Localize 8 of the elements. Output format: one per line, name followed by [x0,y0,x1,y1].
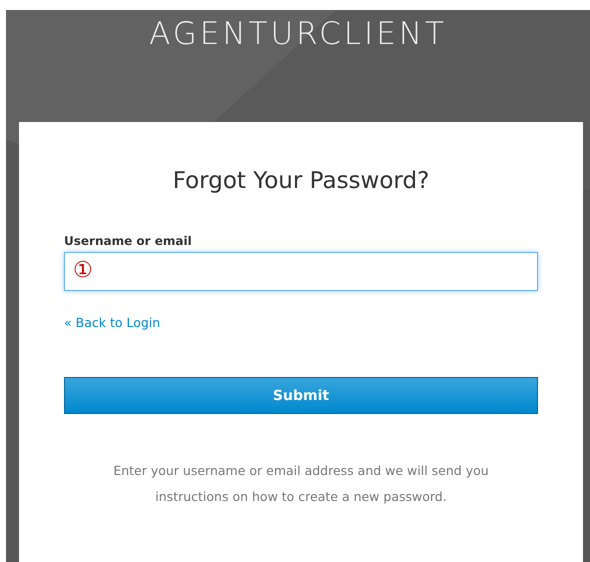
app-title: AGENTURCLIENT [149,16,447,54]
callout-marker: ① [73,257,93,285]
field-label: Username or email [64,234,193,248]
form-heading: Forgot Your Password? [172,168,430,196]
username-field[interactable] [64,252,538,291]
instructions-text: Enter your username or email address and we will send you instructions on how to create a new password. [112,462,490,506]
back-to-login-link[interactable]: « Back to Login [64,315,160,330]
submit-button[interactable]: Submit [64,377,538,414]
